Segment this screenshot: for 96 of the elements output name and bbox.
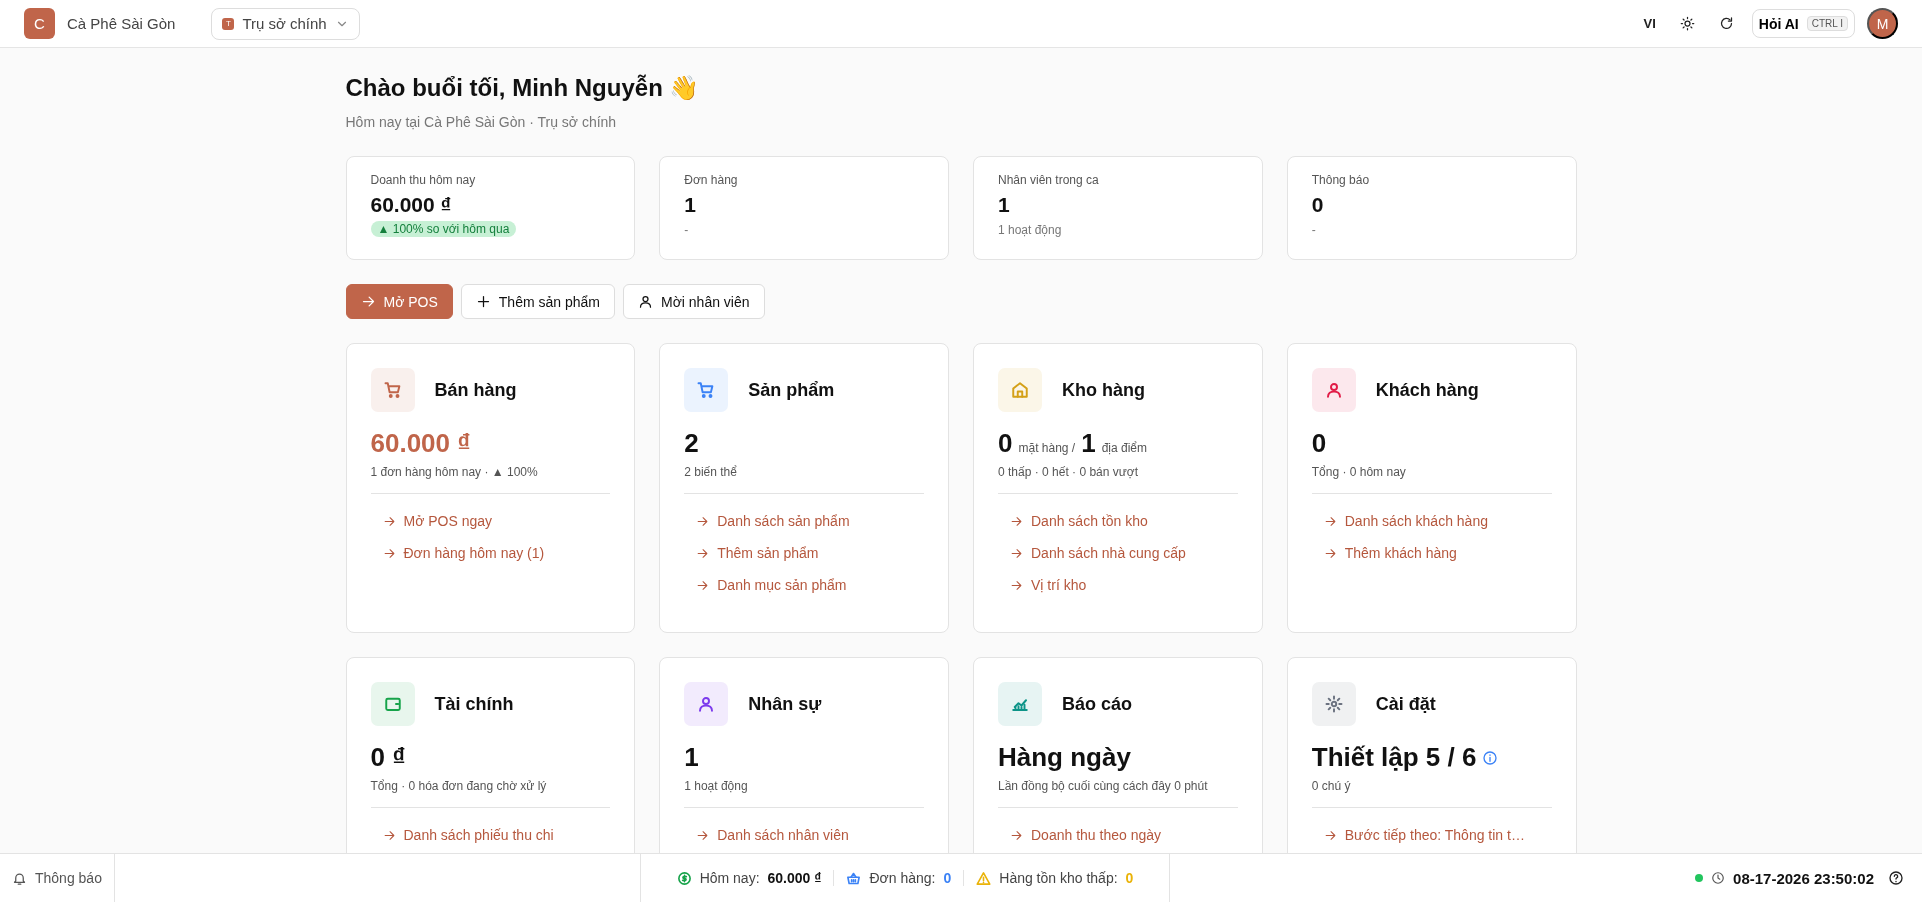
module-title: Bán hàng: [434, 379, 517, 401]
arrow-right-icon: [696, 828, 710, 842]
module-title: Cài đặt: [1375, 693, 1436, 715]
clock-icon: [1711, 871, 1726, 885]
ask-ai-button[interactable]: Hỏi AI CTRL I: [1751, 9, 1855, 38]
arrow-right-icon: [382, 828, 396, 842]
module-value: Thiết lập 5 / 6: [1311, 742, 1477, 773]
arrow-right-icon: [382, 514, 396, 528]
date-time: 08-17-2026 23:50:02: [1733, 869, 1874, 887]
stat-value: 1: [684, 193, 697, 217]
plus-icon: [475, 294, 491, 309]
arrow-right-icon: [1010, 828, 1023, 842]
module-value: Hàng ngày: [998, 742, 1131, 773]
module-link[interactable]: Danh sách khách hàng: [1323, 508, 1552, 534]
module-value: 1: [684, 742, 699, 773]
module-link[interactable]: Danh sách tồn kho: [1010, 508, 1238, 534]
action-button[interactable]: Mở POS: [345, 284, 453, 319]
module-value: 0: [1311, 428, 1327, 459]
module-link[interactable]: Đơn hàng hôm nay (1): [382, 540, 611, 566]
status-label: Hôm nay:: [699, 870, 760, 886]
stat-label: Thông báo: [1311, 173, 1371, 187]
module-note: 0 chú ý: [1311, 779, 1552, 808]
module-link[interactable]: Danh sách sản phẩm: [696, 508, 924, 534]
stat-note: -: [1311, 223, 1317, 237]
module-value: 1: [1081, 428, 1096, 459]
module-value: 60.000 ₫: [370, 428, 471, 459]
module-note: 1 đơn hàng hôm nay · ▲ 100%: [370, 465, 611, 494]
arrow-right-icon: [1323, 828, 1337, 842]
module-link[interactable]: Thêm sản phẩm: [696, 540, 924, 566]
module-link[interactable]: Doanh thu theo ngày: [1010, 822, 1238, 848]
value-unit: địa điểm: [1101, 441, 1147, 455]
person-icon: [638, 294, 653, 309]
arrow-right-icon: [1010, 578, 1023, 592]
module-link[interactable]: Bước tiếp theo: Thông tin t…: [1323, 822, 1552, 848]
module-title: Báo cáo: [1062, 693, 1133, 715]
module-link[interactable]: Danh sách nhân viên: [696, 822, 924, 848]
greeting-title: Chào buổi tối, Minh Nguyễn 👋: [345, 74, 701, 102]
logo: C: [24, 8, 55, 39]
brand-name: Cà Phê Sài Gòn: [67, 15, 176, 32]
stat-note: -: [684, 223, 690, 237]
module-value: 0 ₫: [370, 742, 406, 773]
help-icon: [1888, 870, 1904, 886]
module-title: Sản phẩm: [748, 379, 835, 401]
module-link[interactable]: Vị trí kho: [1010, 572, 1238, 598]
stat-value: 60.000 ₫: [370, 193, 453, 217]
keyboard-shortcut: CTRL I: [1806, 16, 1848, 31]
arrow-right-icon: [1010, 546, 1023, 560]
arrow-right-icon: [1010, 514, 1023, 528]
branch-badge: T: [222, 17, 235, 30]
arrow-right-icon: [1323, 514, 1337, 528]
module-title: Tài chính: [434, 693, 514, 715]
module-value: 0: [998, 428, 1013, 459]
stat-label: Đơn hàng: [684, 173, 739, 187]
arrow-right-icon: [382, 546, 396, 560]
module-note: Tổng · 0 hôm nay: [1311, 465, 1552, 494]
module-link[interactable]: Danh sách nhà cung cấp: [1010, 540, 1238, 566]
status-value: 60.000 ₫: [767, 870, 822, 886]
branch-selector[interactable]: T Trụ sở chính: [211, 7, 360, 40]
module-note: 1 hoạt động: [684, 779, 924, 808]
module-title: Khách hàng: [1375, 379, 1479, 401]
arrow-right-icon: [1323, 546, 1337, 560]
stat-value: 1: [998, 193, 1011, 217]
module-link[interactable]: Danh mục sản phẩm: [696, 572, 924, 598]
stat-label: Nhân viên trong ca: [998, 173, 1100, 187]
action-button[interactable]: Mời nhân viên: [623, 284, 765, 319]
status-label: Đơn hàng:: [869, 870, 936, 886]
greeting-subtitle: Hôm nay tại Cà Phê Sài Gòn · Trụ sở chính: [345, 114, 618, 130]
refresh-icon: [1718, 16, 1734, 31]
status-label: Hàng tồn kho thấp:: [999, 870, 1118, 886]
status-value: 0: [1125, 870, 1134, 886]
stat-label: Doanh thu hôm nay: [370, 173, 477, 187]
module-link[interactable]: Thêm khách hàng: [1323, 540, 1552, 566]
value-unit: mặt hàng /: [1018, 441, 1076, 455]
module-title: Nhân sự: [748, 693, 822, 715]
module-title: Kho hàng: [1062, 379, 1145, 401]
arrow-right-icon: [696, 546, 710, 560]
avatar[interactable]: M: [1867, 8, 1898, 39]
trend-badge: ▲ 100% so với hôm qua: [370, 221, 517, 237]
arrow-right-icon: [696, 514, 710, 528]
status-value: 0: [943, 870, 952, 886]
arrow-right-icon: [360, 294, 376, 309]
action-button[interactable]: Thêm sản phẩm: [460, 284, 615, 319]
bell-icon: [12, 870, 27, 886]
stat-note: 1 hoạt động: [998, 223, 1063, 237]
module-note: 2 biến thể: [684, 465, 924, 494]
language-button[interactable]: VI: [1637, 10, 1662, 37]
module-note: Lần đồng bộ cuối cùng cách đây 0 phút: [998, 779, 1238, 808]
module-note: Tổng · 0 hóa đơn đang chờ xử lý: [370, 779, 611, 808]
sun-icon: [1679, 16, 1695, 31]
stat-value: 0: [1311, 193, 1325, 217]
module-value: 2: [684, 428, 699, 459]
notifications-button[interactable]: Thông báo: [0, 854, 115, 902]
arrow-right-icon: [696, 578, 710, 592]
module-note: 0 thấp · 0 hết · 0 bán vượt: [998, 465, 1238, 494]
module-link[interactable]: Mở POS ngay: [382, 508, 611, 534]
module-link[interactable]: Danh sách phiếu thu chi: [382, 822, 611, 848]
